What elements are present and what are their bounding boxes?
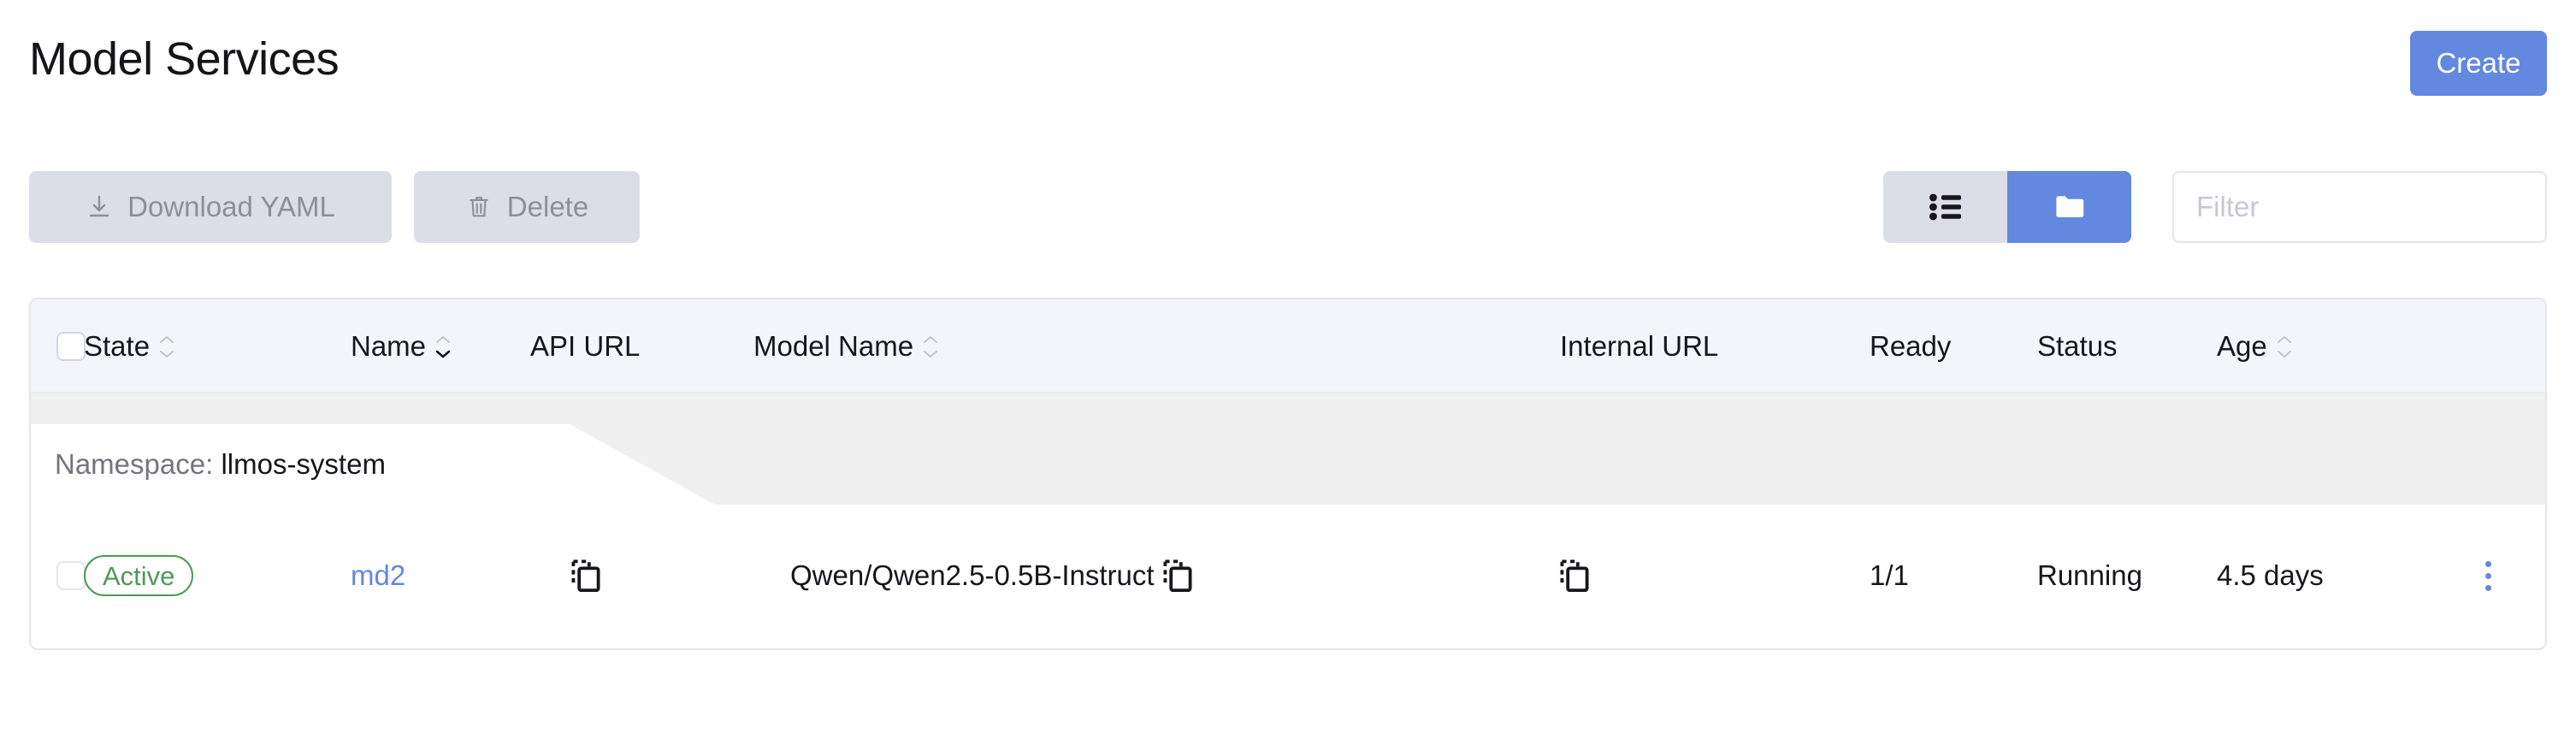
download-yaml-button[interactable]: Download YAML [29, 171, 392, 243]
status-badge: Active [84, 555, 194, 596]
namespace-prefix: Namespace: [55, 448, 214, 480]
column-header-age[interactable]: Age [2217, 299, 2294, 393]
namespace-group-band: Namespace: llmos-system [31, 393, 2545, 505]
column-header-model-name-label: Model Name [753, 330, 914, 362]
cell-status: Running [2037, 559, 2142, 591]
model-name-value: Qwen/Qwen2.5-0.5B-Instruct [790, 559, 1155, 591]
row-select-checkbox[interactable] [56, 561, 86, 590]
column-header-internal-url-label: Internal URL [1560, 330, 1719, 362]
cell-api-url [571, 505, 600, 647]
view-toggle-list[interactable] [1883, 171, 2007, 243]
table-row: Active md2 Qwen/Qwen2.5-0.5B-Instruct 1/… [31, 505, 2545, 647]
column-header-name-label: Name [351, 330, 427, 362]
namespace-group-label: Namespace: llmos-system [55, 448, 386, 481]
column-header-ready-label: Ready [1870, 330, 1952, 362]
filter-input[interactable] [2172, 171, 2547, 243]
cell-age: 4.5 days [2217, 559, 2324, 591]
column-header-ready: Ready [1870, 299, 1951, 393]
copy-icon[interactable] [571, 559, 600, 592]
create-button[interactable]: Create [2410, 31, 2547, 96]
column-header-state[interactable]: State [84, 299, 176, 393]
column-header-age-label: Age [2217, 330, 2267, 362]
page-header: Model Services Create [0, 0, 2576, 151]
column-header-status: Status [2037, 299, 2118, 393]
column-header-status-label: Status [2037, 330, 2118, 362]
sort-indicator-age [2275, 334, 2294, 359]
namespace-name: llmos-system [221, 448, 386, 480]
kebab-dot [2484, 560, 2491, 567]
model-services-table: State Name API URL Model Name Internal U… [29, 298, 2547, 650]
toolbar: Download YAML Delete [0, 163, 2576, 257]
kebab-menu-icon[interactable] [2473, 556, 2502, 595]
download-icon [86, 193, 113, 221]
column-header-model-name[interactable]: Model Name [753, 299, 940, 393]
column-header-internal-url: Internal URL [1560, 299, 1718, 393]
table-header-row: State Name API URL Model Name Internal U… [31, 299, 2545, 393]
sort-indicator-name [434, 334, 452, 359]
model-services-page: Model Services Create Download YAML Dele… [0, 0, 2576, 739]
view-toggle-group-by-namespace[interactable] [2007, 171, 2131, 243]
copy-icon[interactable] [1560, 559, 1589, 592]
cell-name: md2 [351, 505, 405, 647]
select-all-checkbox[interactable] [56, 332, 86, 361]
cell-model-name: Qwen/Qwen2.5-0.5B-Instruct [790, 505, 1192, 647]
trash-icon [465, 193, 493, 221]
copy-icon[interactable] [1163, 559, 1192, 592]
sort-indicator-model-name [921, 334, 940, 359]
delete-button[interactable]: Delete [414, 171, 640, 243]
column-header-state-label: State [84, 330, 151, 362]
column-header-api-url: API URL [530, 299, 640, 393]
sort-indicator-state [157, 334, 176, 359]
column-header-api-url-label: API URL [530, 330, 641, 362]
page-title: Model Services [29, 33, 340, 85]
cell-state: Active [84, 505, 194, 647]
delete-label: Delete [506, 191, 589, 222]
column-header-name[interactable]: Name [351, 299, 452, 393]
model-service-link[interactable]: md2 [351, 559, 405, 592]
download-yaml-label: Download YAML [127, 191, 335, 222]
cell-ready: 1/1 [1870, 559, 1909, 591]
kebab-dot [2484, 572, 2491, 579]
cell-internal-url [1560, 505, 1589, 647]
cell-actions [2473, 505, 2502, 647]
folder-view-icon [2054, 194, 2085, 220]
list-view-icon [1929, 193, 1962, 221]
kebab-dot [2484, 584, 2491, 591]
namespace-group-tab[interactable]: Namespace: llmos-system [31, 424, 715, 505]
view-toggle-group [1883, 171, 2131, 243]
